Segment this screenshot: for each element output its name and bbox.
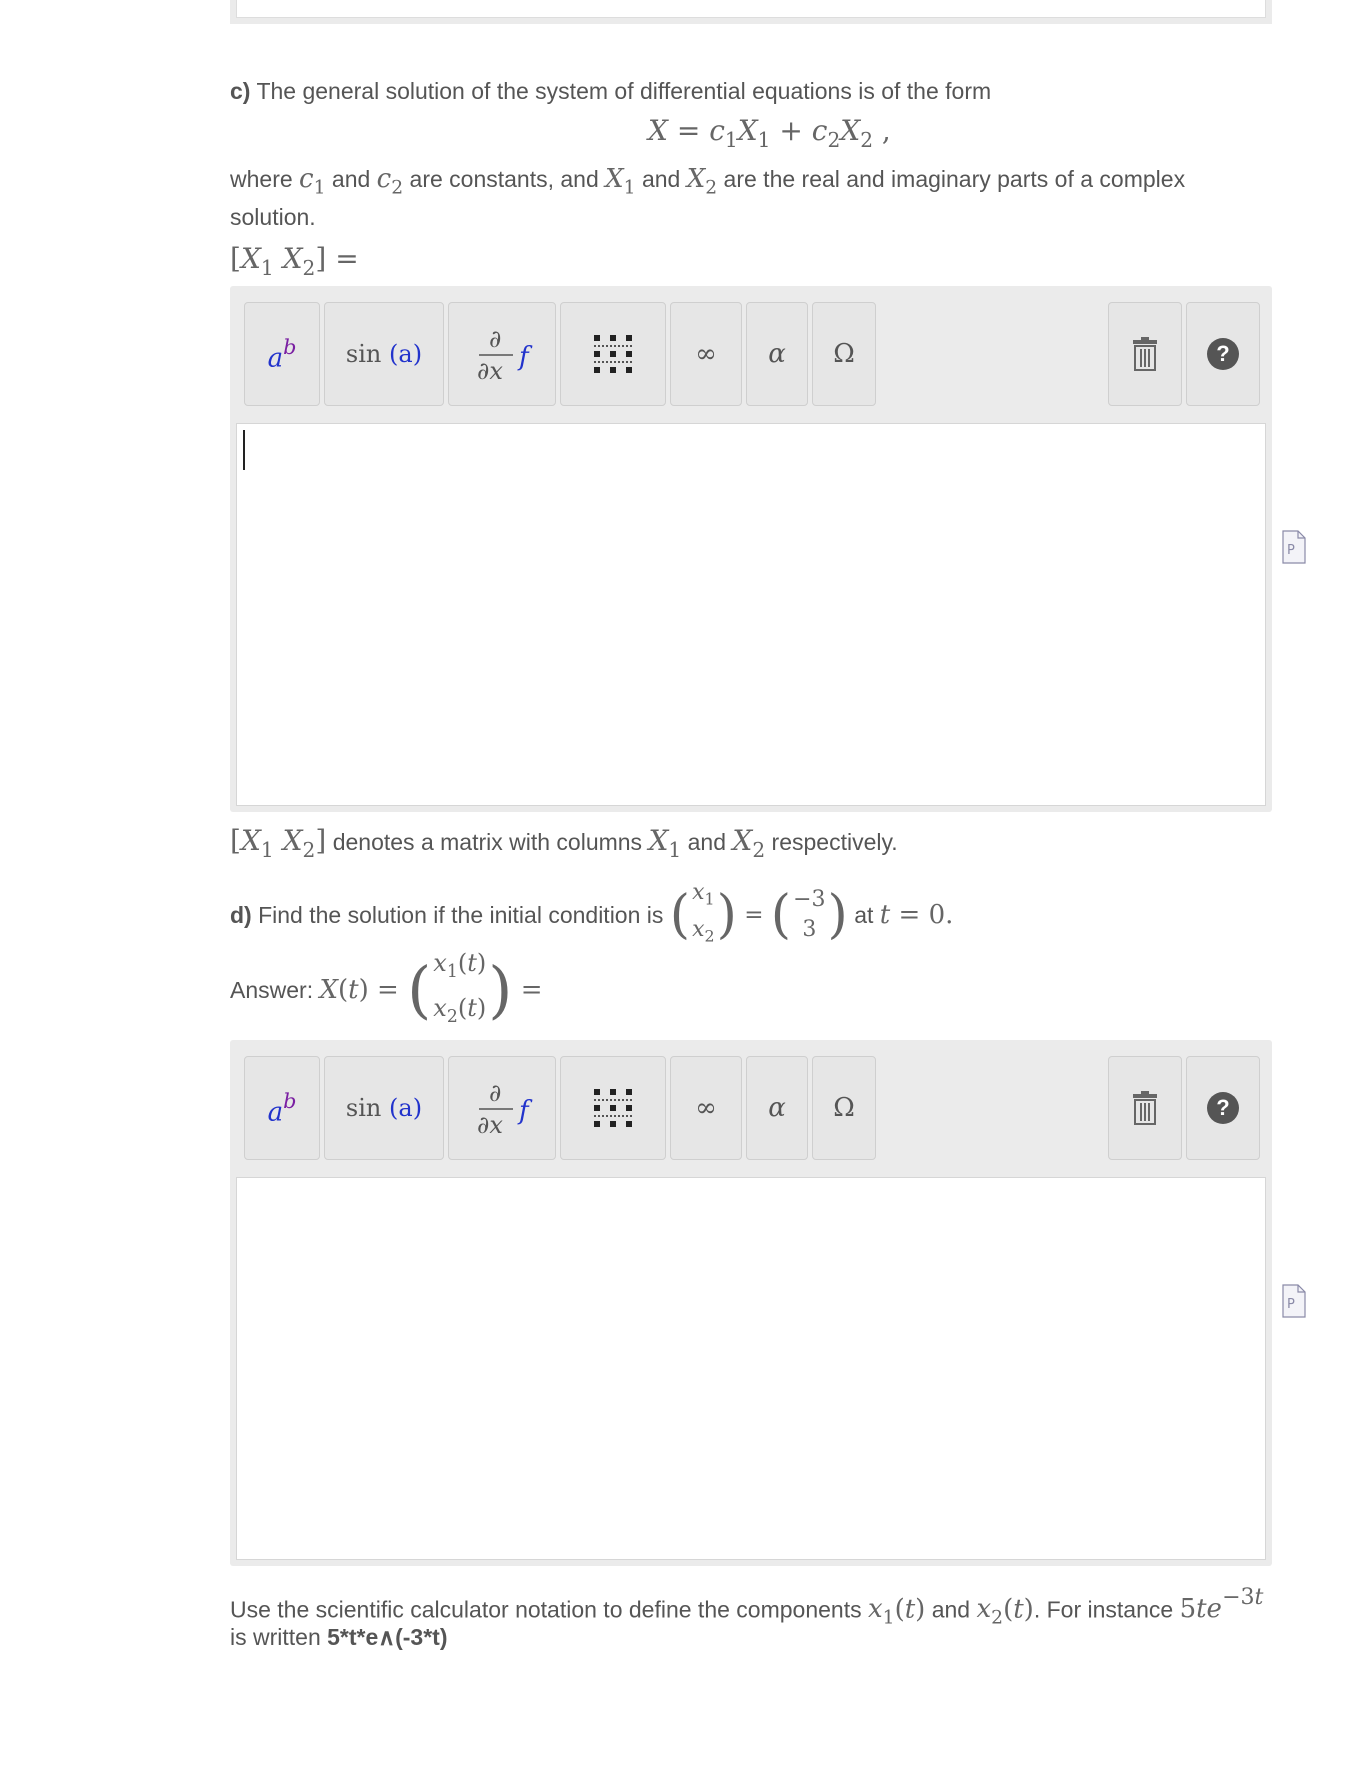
infinity-button[interactable]: ∞ <box>670 1056 742 1160</box>
matrix-button[interactable] <box>560 1056 666 1160</box>
svg-text:∂x: ∂x <box>477 357 503 385</box>
derivative-icon: ∂ ∂x f <box>477 1079 533 1139</box>
matrix-label-c: [X1 X2] = <box>230 242 359 281</box>
power-button[interactable]: ab <box>244 302 320 406</box>
answer-input-d[interactable] <box>236 1177 1266 1560</box>
svg-text:P: P <box>1287 543 1295 558</box>
svg-text:∂: ∂ <box>489 325 501 353</box>
clear-button[interactable] <box>1108 302 1182 406</box>
answer-input-c[interactable] <box>236 423 1266 806</box>
help-icon: ? <box>1207 1092 1239 1124</box>
derivative-icon: ∂ ∂x f <box>477 325 533 385</box>
part-c-where-line: where c1 and c2 are constants, and X1 an… <box>230 164 1186 199</box>
answer-editor-d: ab sin (a) ∂ ∂x f ∞ α Ω ? <box>230 1040 1272 1566</box>
part-c-intro: c) The general solution of the system of… <box>230 72 991 110</box>
function-button[interactable]: sin (a) <box>324 302 444 406</box>
answer-editor-c: ab sin (a) ∂ ∂x f ∞ α Ω ? <box>230 286 1272 812</box>
svg-text:∂: ∂ <box>489 1079 501 1107</box>
help-button[interactable]: ? <box>1186 302 1260 406</box>
answer-line-d: Answer: X(t) = ( x1(t) x2(t) ) = <box>230 948 543 1028</box>
trash-icon <box>1133 1091 1157 1125</box>
svg-text:f: f <box>517 342 533 372</box>
svg-text:f: f <box>517 1096 533 1126</box>
notation-example: is written 5*t*e∧(-3*t) <box>230 1624 448 1650</box>
symbol-button[interactable]: Ω <box>812 1056 876 1160</box>
general-solution-formula: X = c1X1 + c2X2 , <box>648 114 891 153</box>
power-icon: ab <box>267 334 297 374</box>
derivative-button[interactable]: ∂ ∂x f <box>448 302 556 406</box>
previous-answer-input[interactable] <box>236 0 1266 18</box>
notation-example-code: 5*t*e∧(-3*t) <box>327 1624 448 1650</box>
math-toolbar: ab sin (a) ∂ ∂x f ∞ α Ω ? <box>244 302 1260 408</box>
help-button[interactable]: ? <box>1186 1056 1260 1160</box>
infinity-button[interactable]: ∞ <box>670 302 742 406</box>
matrix-button[interactable] <box>560 302 666 406</box>
previous-answer-box <box>230 0 1272 24</box>
clear-button[interactable] <box>1108 1056 1182 1160</box>
power-button[interactable]: ab <box>244 1056 320 1160</box>
power-icon: ab <box>267 1088 297 1128</box>
symbol-button[interactable]: Ω <box>812 302 876 406</box>
matrix-note: [X1 X2] denotes a matrix with columns X1… <box>230 824 898 863</box>
text-caret <box>243 430 245 470</box>
svg-text:P: P <box>1287 1297 1295 1312</box>
greek-button[interactable]: α <box>746 302 808 406</box>
document-icon[interactable]: P <box>1282 1284 1306 1318</box>
help-icon: ? <box>1207 338 1239 370</box>
svg-text:∂x: ∂x <box>477 1111 503 1139</box>
part-d-line: d) Find the solution if the initial cond… <box>230 880 954 946</box>
matrix-icon <box>594 1089 632 1127</box>
document-icon[interactable]: P <box>1282 530 1306 564</box>
part-c-intro-text: The general solution of the system of di… <box>256 78 992 104</box>
part-c-solution-word: solution. <box>230 204 316 230</box>
trash-icon <box>1133 337 1157 371</box>
math-toolbar: ab sin (a) ∂ ∂x f ∞ α Ω ? <box>244 1056 1260 1162</box>
derivative-button[interactable]: ∂ ∂x f <box>448 1056 556 1160</box>
matrix-icon <box>594 335 632 373</box>
greek-button[interactable]: α <box>746 1056 808 1160</box>
part-c-label: c) <box>230 78 251 104</box>
function-button[interactable]: sin (a) <box>324 1056 444 1160</box>
